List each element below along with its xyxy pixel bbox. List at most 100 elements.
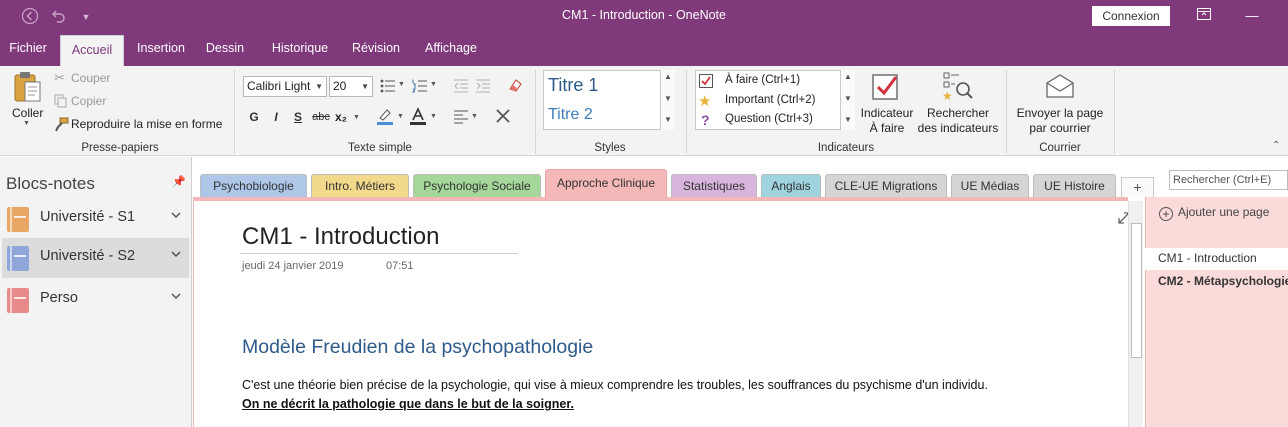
underline-button[interactable]: S — [290, 110, 306, 124]
highlight-button[interactable]: ▼ — [376, 107, 406, 127]
font-family-dropdown[interactable]: Calibri Light ▼ — [243, 76, 327, 97]
cut-button[interactable]: ✂ Couper — [52, 70, 132, 88]
format-painter-button[interactable]: Reproduire la mise en forme — [52, 116, 227, 134]
page-scrollbar[interactable] — [1128, 201, 1143, 427]
chevron-down-icon[interactable] — [171, 292, 181, 303]
copy-label: Copier — [71, 94, 107, 108]
tags-scrollbar[interactable]: ▲ ▼ ▼ — [840, 70, 855, 130]
style-heading-2[interactable]: Titre 2 — [548, 106, 593, 124]
todo-tag-label-line1: Indicateur — [860, 106, 914, 120]
chevron-down-icon[interactable] — [171, 250, 181, 261]
paste-button[interactable]: Coller ▼ — [8, 70, 48, 127]
paste-dropdown-icon[interactable]: ▼ — [23, 120, 30, 127]
subscript-button[interactable]: x₂ ▼ — [335, 110, 365, 126]
bullets-button[interactable]: ▼ — [380, 79, 408, 95]
decrease-indent-icon[interactable] — [453, 79, 469, 96]
chevron-down-icon: ▼ — [430, 81, 437, 88]
group-label-email: Courrier — [1039, 142, 1081, 154]
page-list-pane — [1145, 197, 1288, 427]
scroll-down-icon[interactable]: ▼ — [841, 94, 855, 103]
notebook-pane: Blocs-notes 📌 Université - S1 Université… — [0, 157, 192, 427]
chevron-down-icon[interactable] — [171, 211, 181, 222]
section-tab-approche-clinique[interactable]: Approche Clinique — [545, 169, 667, 198]
font-color-button[interactable]: ▼ — [409, 107, 439, 127]
numbering-button[interactable]: ▼ — [412, 79, 440, 95]
styles-scrollbar[interactable]: ▲ ▼ ▼ — [660, 70, 675, 130]
tag-question-label: Question (Ctrl+3) — [725, 113, 813, 125]
back-icon[interactable] — [20, 7, 40, 27]
page-paragraph[interactable]: C'est une théorie bien précise de la psy… — [242, 378, 988, 392]
clear-formatting-icon[interactable] — [507, 77, 523, 96]
section-tab-psychologie-sociale[interactable]: Psychologie Sociale — [413, 174, 541, 197]
scroll-up-icon[interactable]: ▲ — [841, 72, 855, 81]
email-page-label-line1: Envoyer la page — [1016, 106, 1104, 120]
scrollbar-thumb[interactable] — [1131, 223, 1142, 358]
add-section-button[interactable]: + — [1121, 177, 1154, 197]
pin-icon[interactable]: 📌 — [172, 175, 186, 188]
section-tab-statistiques[interactable]: Statistiques — [671, 174, 757, 197]
section-tab-ue-medias[interactable]: UE Médias — [951, 174, 1029, 197]
page-title[interactable]: CM1 - Introduction — [242, 223, 439, 251]
todo-tag-button[interactable]: Indicateur À faire — [858, 70, 916, 136]
copy-button[interactable]: Copier — [52, 93, 132, 111]
ribbon-separator — [1114, 70, 1115, 154]
sign-in-button[interactable]: Connexion — [1092, 6, 1170, 26]
notebook-item-universite-s1[interactable]: Université - S1 — [2, 199, 189, 239]
star-icon: ★ — [698, 93, 712, 110]
tab-affichage[interactable]: Affichage — [418, 33, 484, 66]
email-page-button[interactable]: Envoyer la page par courrier — [1012, 70, 1108, 136]
tags-gallery[interactable]: À faire (Ctrl+1) ★ Important (Ctrl+2) ? … — [695, 70, 855, 130]
notebook-icon — [7, 207, 29, 232]
delete-icon[interactable] — [495, 108, 511, 127]
more-icon[interactable]: ▼ — [841, 115, 855, 124]
question-mark-icon: ? — [701, 112, 710, 128]
align-button[interactable]: ▼ — [453, 110, 481, 126]
ribbon-separator — [234, 70, 235, 154]
tab-insertion[interactable]: Insertion — [130, 33, 192, 66]
chevron-down-icon: ▼ — [353, 114, 360, 121]
tab-historique[interactable]: Historique — [262, 33, 338, 66]
tab-fichier[interactable]: Fichier — [0, 33, 56, 66]
page-list-item-cm2[interactable]: CM2 - Métapsychologie — [1145, 271, 1288, 293]
ribbon-separator — [686, 70, 687, 154]
paste-icon — [14, 72, 41, 102]
section-tab-ue-histoire[interactable]: UE Histoire — [1033, 174, 1116, 197]
tab-accueil[interactable]: Accueil — [60, 35, 124, 67]
section-tab-anglais[interactable]: Anglais — [761, 174, 821, 197]
section-tab-cle-ue-migrations[interactable]: CLE-UE Migrations — [825, 174, 947, 197]
style-heading-1[interactable]: Titre 1 — [548, 75, 598, 96]
increase-indent-icon[interactable] — [475, 79, 491, 96]
tag-todo[interactable]: À faire (Ctrl+1) — [698, 73, 838, 91]
bold-button[interactable]: G — [246, 110, 262, 124]
find-tags-button[interactable]: ★ Rechercher des indicateurs — [916, 70, 1000, 136]
search-input[interactable]: Rechercher (Ctrl+E) — [1169, 170, 1288, 190]
undo-icon[interactable] — [48, 7, 68, 27]
minimize-icon[interactable]: — — [1238, 5, 1266, 27]
tab-revision[interactable]: Révision — [346, 33, 406, 66]
section-tab-psychobiologie[interactable]: Psychobiologie — [200, 174, 307, 197]
italic-button[interactable]: I — [268, 110, 284, 124]
page-list-item-cm1[interactable]: CM1 - Introduction — [1145, 248, 1288, 270]
scroll-down-icon[interactable]: ▼ — [661, 94, 675, 103]
ribbon-display-options-icon[interactable] — [1190, 5, 1218, 27]
strikethrough-button[interactable]: abc — [311, 111, 331, 123]
ribbon-separator — [535, 70, 536, 154]
page-heading[interactable]: Modèle Freudien de la psychopathologie — [242, 336, 593, 359]
chevron-down-icon: ▼ — [361, 82, 369, 91]
scroll-up-icon[interactable]: ▲ — [661, 72, 675, 81]
notebook-item-universite-s2[interactable]: Université - S2 — [2, 238, 189, 278]
font-size-dropdown[interactable]: 20 ▼ — [329, 76, 373, 97]
more-icon[interactable]: ▼ — [661, 115, 675, 124]
customize-toolbar-icon[interactable]: ▼ — [76, 7, 96, 27]
page-emphasis-line[interactable]: On ne décrit la pathologie que dans le b… — [242, 397, 574, 411]
collapse-ribbon-icon[interactable]: ⌃ — [1272, 140, 1280, 151]
tab-dessin[interactable]: Dessin — [200, 33, 250, 66]
tag-question[interactable]: ? Question (Ctrl+3) — [698, 112, 838, 130]
tag-important[interactable]: ★ Important (Ctrl+2) — [698, 93, 838, 111]
section-tab-intro-metiers[interactable]: Intro. Métiers — [311, 174, 409, 197]
page-time: 07:51 — [386, 260, 414, 272]
styles-gallery[interactable]: Titre 1 Titre 2 — [543, 70, 675, 130]
notebook-item-perso[interactable]: Perso — [2, 280, 189, 320]
bullet-list-icon — [380, 79, 395, 93]
add-page-button[interactable]: + Ajouter une page — [1159, 205, 1269, 221]
